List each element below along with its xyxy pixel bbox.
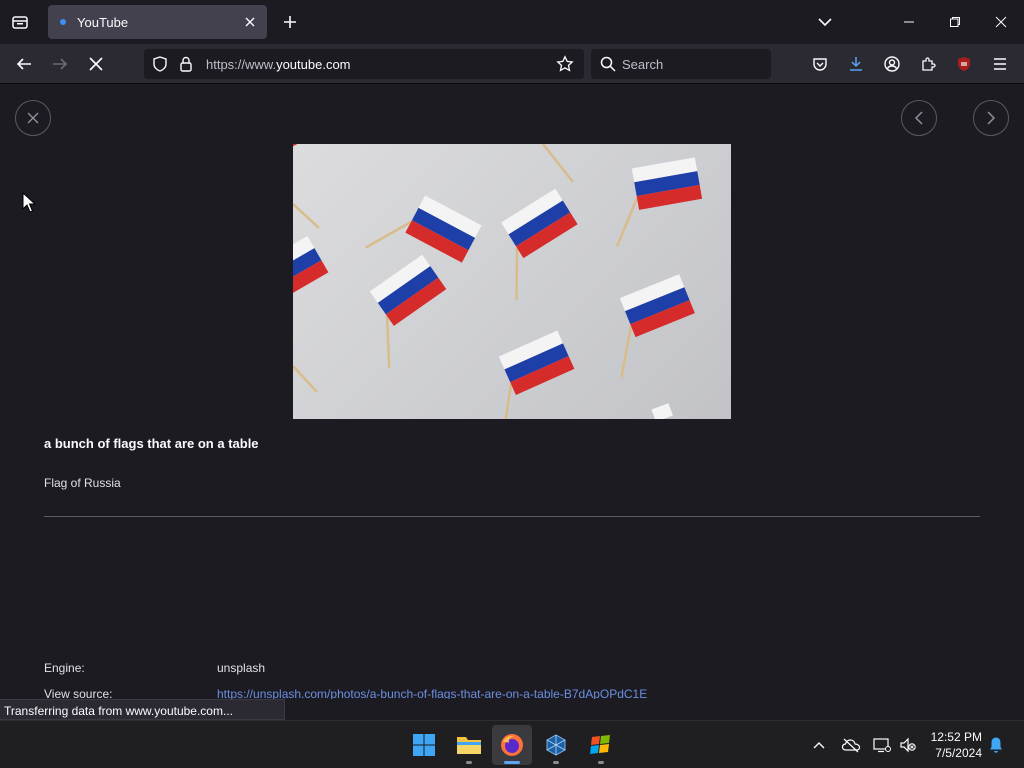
close-viewer-button[interactable]	[15, 100, 51, 136]
navigation-toolbar: https://www.youtube.com Search	[0, 44, 1024, 84]
new-tab-icon[interactable]	[279, 11, 301, 33]
previous-image-button[interactable]	[901, 100, 937, 136]
url-prefix: https://www.	[206, 57, 277, 72]
network-icon[interactable]	[872, 735, 892, 755]
windows-xp-icon[interactable]	[585, 729, 617, 761]
close-window-icon[interactable]	[989, 10, 1013, 34]
notification-bell-icon[interactable]	[986, 735, 1006, 755]
url-host: youtube.com	[276, 57, 351, 72]
ublock-icon[interactable]	[952, 52, 976, 76]
engine-value: unsplash	[217, 661, 266, 675]
preview-image[interactable]	[293, 144, 731, 419]
lock-icon[interactable]	[179, 56, 193, 77]
back-arrow-icon[interactable]	[12, 52, 36, 76]
view-source-label: View source:	[44, 687, 113, 699]
windows-start-icon[interactable]	[408, 729, 440, 761]
pocket-icon[interactable]	[808, 52, 832, 76]
download-icon[interactable]	[844, 52, 868, 76]
virtualbox-icon[interactable]	[540, 729, 572, 761]
search-input[interactable]: Search	[591, 49, 771, 79]
forward-arrow-icon[interactable]	[48, 52, 72, 76]
status-bar: Transferring data from www.youtube.com..…	[0, 699, 285, 720]
image-title: a bunch of flags that are on a table	[44, 436, 259, 451]
tab-title: YouTube	[77, 15, 129, 30]
engine-label: Engine:	[44, 661, 85, 675]
chevron-up-icon[interactable]	[809, 735, 829, 755]
view-source-link[interactable]: https://unsplash.com/photos/a-bunch-of-f…	[217, 687, 647, 699]
minimize-icon[interactable]	[897, 10, 921, 34]
explorer-running-indicator	[466, 761, 472, 764]
russian-flags-illustration	[293, 144, 709, 419]
chevron-down-icon[interactable]	[815, 12, 835, 32]
onedrive-offline-icon[interactable]	[841, 735, 861, 755]
menu-icon[interactable]	[988, 52, 1012, 76]
extensions-icon[interactable]	[916, 52, 940, 76]
mouse-cursor-icon	[22, 191, 37, 219]
divider	[44, 516, 980, 517]
system-clock[interactable]: 12:52 PM 7/5/2024	[926, 729, 982, 761]
address-bar[interactable]: https://www.youtube.com	[144, 49, 584, 79]
account-icon[interactable]	[880, 52, 904, 76]
shield-icon[interactable]	[152, 56, 168, 77]
close-tab-icon[interactable]	[241, 13, 259, 31]
chevron-left-icon	[914, 111, 923, 125]
clock-time: 12:52 PM	[930, 730, 982, 744]
xp-running-indicator	[598, 761, 604, 764]
close-icon	[27, 112, 39, 124]
next-image-button[interactable]	[973, 100, 1009, 136]
tab-strip: YouTube	[0, 0, 1024, 44]
url-text: https://www.youtube.com	[206, 57, 351, 72]
search-icon	[600, 56, 616, 77]
chevron-right-icon	[987, 111, 996, 125]
restore-icon[interactable]	[943, 10, 967, 34]
star-icon[interactable]	[556, 55, 574, 78]
loading-icon	[60, 19, 66, 25]
virtualbox-running-indicator	[553, 761, 559, 764]
page-content: a bunch of flags that are on a table Fla…	[0, 85, 1024, 699]
stop-loading-icon[interactable]	[84, 52, 108, 76]
search-placeholder: Search	[622, 57, 664, 72]
firefox-running-indicator	[504, 761, 520, 764]
firefox-icon[interactable]	[496, 729, 528, 761]
tab-youtube[interactable]: YouTube	[48, 5, 267, 39]
image-subtitle: Flag of Russia	[44, 476, 121, 490]
tab-list-icon[interactable]	[8, 10, 32, 34]
file-explorer-icon[interactable]	[453, 729, 485, 761]
clock-date: 7/5/2024	[935, 746, 982, 760]
taskbar: 12:52 PM 7/5/2024	[0, 720, 1024, 768]
volume-muted-icon[interactable]	[898, 735, 918, 755]
